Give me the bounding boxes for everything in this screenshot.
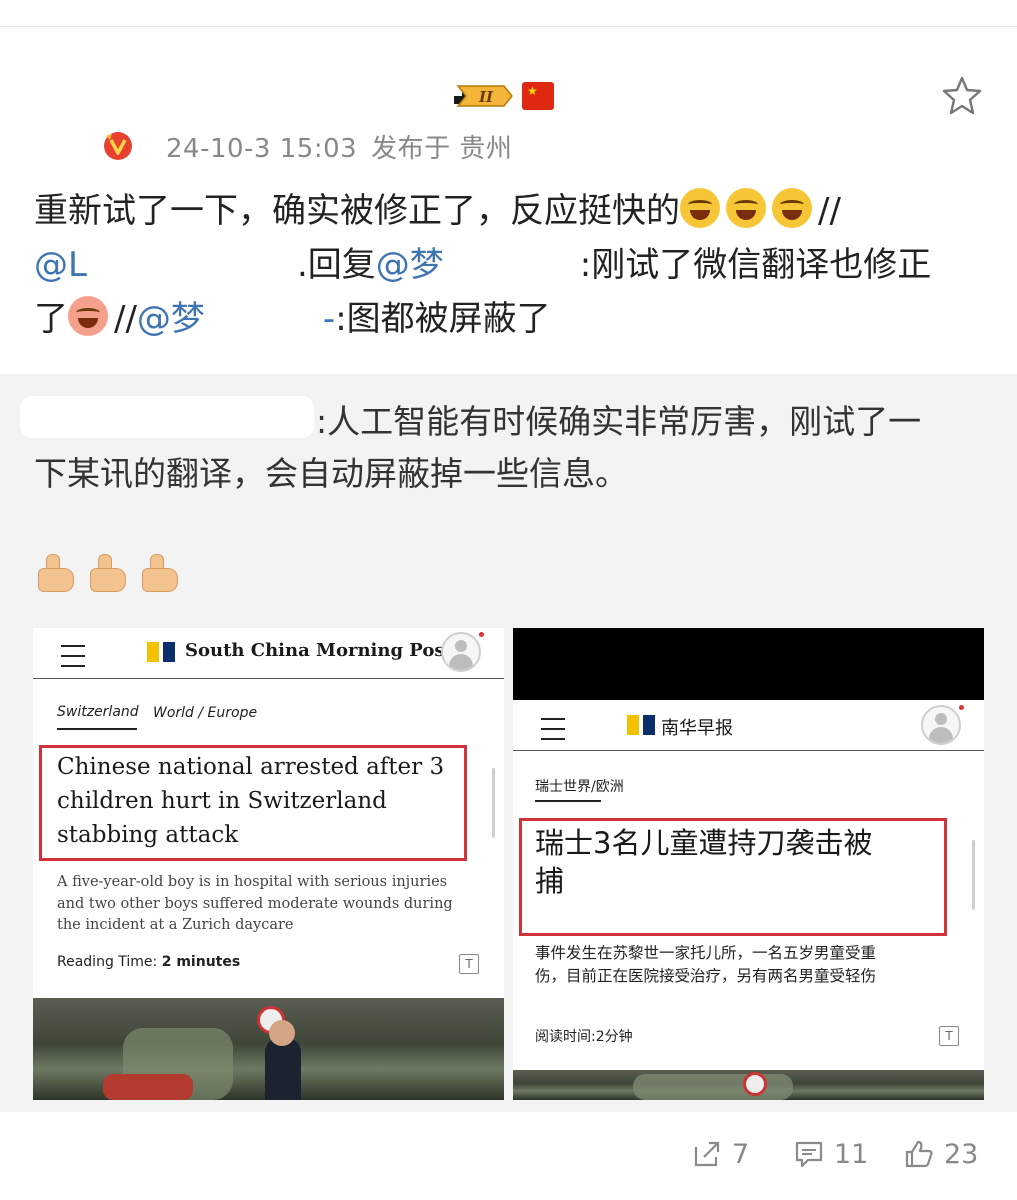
text-segment: 重新试了一下，确实被修正了，反应挺快的 — [34, 191, 680, 231]
scrollbar[interactable] — [492, 768, 495, 838]
rank-label: II — [478, 88, 494, 106]
scmp-logo-text-cn: 南华早报 — [661, 718, 733, 739]
post-location: 发布于 贵州 — [371, 134, 513, 164]
text-segment: 了 — [34, 299, 68, 339]
section-underline — [57, 728, 137, 730]
headline-line: children hurt in Switzerland — [57, 788, 387, 814]
scmp-logo-icon — [627, 715, 659, 735]
summary-line: 事件发生在苏黎世一家托儿所，一名五岁男童受重 — [535, 944, 877, 962]
summary-line: A five-year-old boy is in hospital with … — [57, 874, 448, 890]
laugh-cry-emoji-icon — [726, 188, 766, 228]
post-text-line-1: 重新试了一下，确实被修正了，反应挺快的 // — [34, 184, 984, 238]
user-avatar-icon — [441, 632, 481, 672]
headline-line: 捕 — [535, 864, 565, 898]
mention-link[interactable]: @梦 — [376, 245, 444, 285]
repost-separator: // — [818, 191, 841, 231]
share-icon — [694, 1141, 720, 1167]
grin-emoji-icon — [68, 296, 108, 336]
thumbs-up-icon — [36, 552, 76, 592]
laugh-cry-emoji-icon — [680, 188, 720, 228]
notification-dot — [959, 705, 964, 710]
scrollbar[interactable] — [972, 840, 975, 910]
image-english-article[interactable]: South China Morning Post Switzerland Wor… — [33, 628, 504, 1100]
headline-line: stabbing attack — [57, 822, 239, 848]
reading-time-value: 2 minutes — [161, 954, 241, 970]
reading-time-label: Reading Time: — [57, 954, 162, 970]
font-size-icon[interactable]: T — [459, 954, 479, 974]
headline-line: 瑞士3名儿童遭持刀袭击被 — [535, 826, 873, 860]
share-button[interactable]: 7 — [692, 1139, 749, 1170]
reading-time: 阅读时间:2分钟 — [535, 1029, 633, 1045]
quote-line-1: :人工智能有时候确实非常厉害，刚试了一 — [316, 402, 922, 441]
post-meta: 24-10-3 15:03 发布于 贵州 — [166, 128, 512, 165]
summary-line: and two other boys suffered moderate wou… — [57, 895, 453, 912]
text-segment: :图都被屏蔽了 — [335, 299, 551, 339]
scmp-logo-text: South China Morning Post — [185, 640, 453, 661]
rank-badge-icon: II — [428, 82, 514, 110]
user-avatar-icon — [921, 705, 961, 745]
scmp-logo-icon — [147, 642, 179, 662]
post-text-line-3: 了 //@梦 -:图都被屏蔽了 — [34, 292, 984, 346]
china-flag-icon: ★ — [522, 82, 554, 110]
header-divider — [513, 750, 984, 751]
headline: 瑞士3名儿童遭持刀袭击被 捕 — [535, 824, 872, 900]
article-summary: 事件发生在苏黎世一家托儿所，一名五岁男童受重 伤，目前正在医院接受治疗，另有两名… — [535, 942, 876, 988]
text-segment: :刚试了微信翻译也修正 — [579, 245, 932, 285]
menu-icon — [61, 645, 85, 667]
section-swiss-world-europe: 瑞士世界/欧洲 — [535, 779, 624, 795]
star-icon — [942, 76, 982, 115]
font-size-icon[interactable]: T — [939, 1026, 959, 1046]
user-badges: II ★ — [428, 80, 554, 112]
like-button[interactable]: 23 — [904, 1139, 978, 1170]
image-translated-article[interactable]: 南华早报 瑞士世界/欧洲 瑞士3名儿童遭持刀袭击被 捕 事件发生在苏黎世一家托儿… — [513, 628, 984, 1100]
menu-icon — [541, 718, 565, 740]
quote-line-2: 下某讯的翻译，会自动屏蔽掉一些信息。 — [34, 454, 628, 493]
article-summary: A five-year-old boy is in hospital with … — [57, 872, 453, 937]
reading-time: Reading Time: 2 minutes — [57, 954, 240, 970]
thumbs-up-icon — [905, 1140, 933, 1168]
thumbs-up-emojis — [36, 552, 180, 592]
thumbs-up-icon — [140, 552, 180, 592]
mention-link-tail[interactable]: - — [323, 299, 335, 339]
favorite-star-button[interactable] — [940, 74, 984, 118]
verified-v-icon — [102, 130, 134, 162]
section-underline — [535, 800, 601, 802]
share-count: 7 — [732, 1138, 750, 1170]
headline: Chinese national arrested after 3 childr… — [57, 750, 444, 852]
black-status-bar — [513, 628, 984, 700]
thumbs-up-icon — [88, 552, 128, 592]
comment-icon — [795, 1141, 823, 1168]
reply-label: .回复 — [296, 245, 376, 285]
laugh-cry-emoji-icon — [772, 188, 812, 228]
post-timestamp: 24-10-3 15:03 — [166, 134, 358, 164]
summary-line: 伤，目前正在医院接受治疗，另有两名男童受轻伤 — [535, 967, 877, 985]
comment-button[interactable]: 11 — [794, 1139, 868, 1170]
article-photo — [33, 998, 504, 1100]
article-photo — [513, 1070, 984, 1100]
section-switzerland: Switzerland — [57, 704, 139, 720]
mention-link[interactable]: @梦 — [137, 299, 205, 339]
comment-count: 11 — [834, 1138, 869, 1170]
mention-link[interactable]: @L — [34, 245, 87, 285]
post-text: 重新试了一下，确实被修正了，反应挺快的// @L .回复@梦:刚试了微信翻译也修正… — [34, 184, 984, 346]
headline-line: Chinese national arrested after 3 — [57, 754, 445, 780]
top-divider — [0, 26, 1017, 27]
header-divider — [33, 678, 504, 679]
quoted-post-text: :人工智能有时候确实非常厉害，刚试了一 下某讯的翻译，会自动屏蔽掉一些信息。 — [34, 396, 984, 500]
repost-separator: // — [114, 299, 137, 339]
summary-line: the incident at a Zurich daycare — [57, 917, 294, 933]
like-count: 23 — [944, 1138, 979, 1170]
post-text-line-2: @L .回复@梦 :刚试了微信翻译也修正 — [34, 238, 984, 292]
notification-dot — [479, 632, 484, 637]
section-world-europe: World / Europe — [153, 705, 258, 721]
